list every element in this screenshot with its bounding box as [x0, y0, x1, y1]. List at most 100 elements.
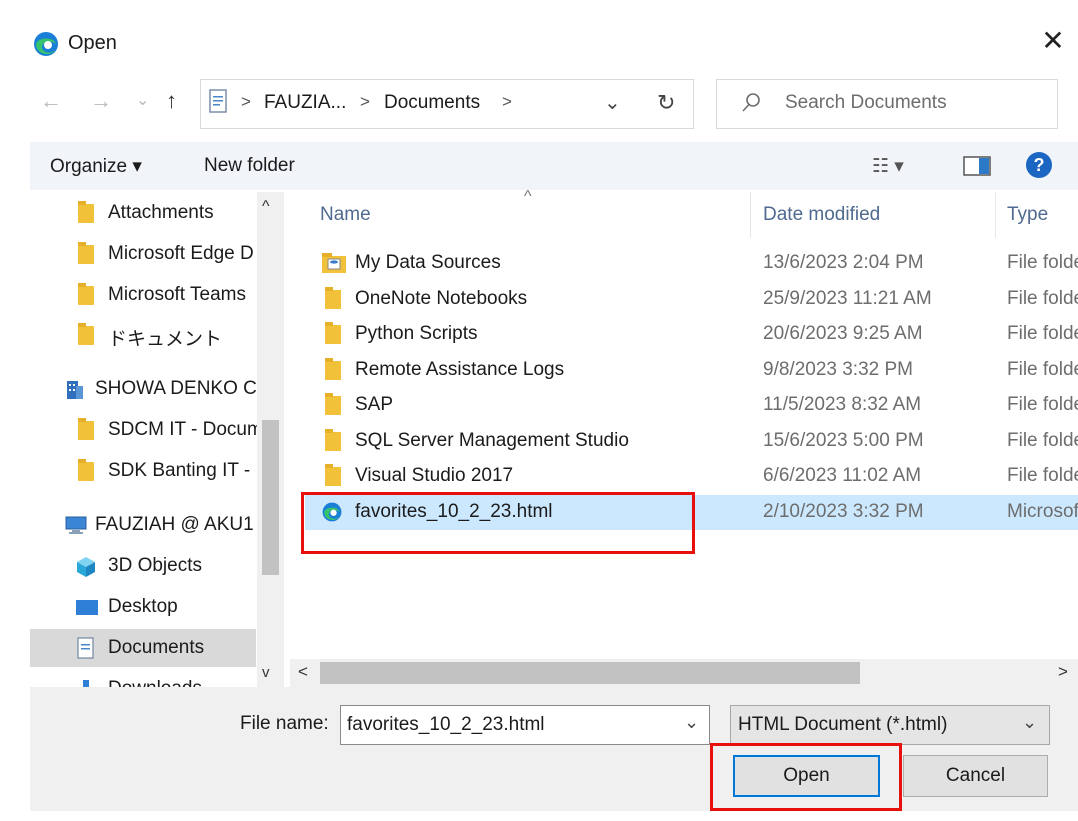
- downloads-icon: [83, 680, 89, 687]
- folder-icon: [325, 393, 341, 415]
- scroll-down-button[interactable]: v: [262, 664, 270, 681]
- folder-icon: [78, 283, 94, 305]
- file-name-value[interactable]: favorites_10_2_23.html: [347, 714, 545, 736]
- nav-item-label: SDCM IT - Docum: [108, 419, 258, 440]
- file-type: File folder: [1007, 430, 1078, 451]
- column-header-name[interactable]: Name: [320, 204, 371, 226]
- nav-item-label: Documents: [108, 637, 205, 658]
- nav-item-sdcm-it[interactable]: SDCM IT - Docum: [30, 411, 258, 449]
- scroll-up-button[interactable]: ^: [262, 198, 270, 216]
- file-type: Microsoft Edge HTML Document: [1007, 501, 1078, 522]
- file-type: File folder: [1007, 323, 1078, 344]
- computer-icon: [65, 516, 87, 534]
- recent-locations-button[interactable]: ⌄: [136, 90, 149, 110]
- file-row[interactable]: Visual Studio 2017 6/6/2023 11:02 AM Fil…: [305, 459, 1078, 494]
- file-date: 11/5/2023 8:32 AM: [763, 394, 922, 415]
- back-button[interactable]: ←: [40, 88, 62, 114]
- file-type-value[interactable]: HTML Document (*.html): [738, 714, 947, 736]
- help-button[interactable]: ?: [1026, 152, 1052, 178]
- file-type: File folder: [1007, 252, 1078, 273]
- file-type: File folder: [1007, 465, 1078, 486]
- file-name: Remote Assistance Logs: [355, 359, 565, 380]
- folder-icon: [78, 201, 94, 223]
- file-name-dropdown[interactable]: ⌄: [684, 712, 699, 733]
- highlight-box: [301, 492, 695, 554]
- nav-item-microsoft-edge[interactable]: Microsoft Edge D: [30, 235, 256, 273]
- nav-item-label: SHOWA DENKO C: [95, 378, 257, 399]
- nav-item-sdk-banting[interactable]: SDK Banting IT -: [30, 452, 256, 490]
- column-header-date-modified[interactable]: Date modified: [763, 204, 880, 226]
- column-divider[interactable]: [750, 192, 751, 238]
- breadcrumb-separator: >: [502, 92, 512, 111]
- nav-item-label: Desktop: [108, 596, 178, 617]
- nav-item-label: FAUZIAH @ AKU1: [95, 514, 254, 535]
- file-date: 9/8/2023 3:32 PM: [763, 359, 913, 380]
- dialog-title: Open: [68, 32, 117, 54]
- nav-item-attachments[interactable]: Attachments: [30, 194, 256, 232]
- file-row[interactable]: SQL Server Management Studio 15/6/2023 5…: [305, 424, 1078, 459]
- nav-item-showa-denko[interactable]: SHOWA DENKO C: [30, 370, 257, 408]
- file-date: 2/10/2023 3:32 PM: [763, 501, 924, 522]
- file-name: SQL Server Management Studio: [355, 430, 629, 451]
- file-name: My Data Sources: [355, 252, 501, 273]
- up-button[interactable]: ↑: [166, 88, 177, 114]
- organize-button[interactable]: Organize ▾: [50, 155, 142, 178]
- file-row[interactable]: OneNote Notebooks 25/9/2023 11:21 AM Fil…: [305, 282, 1078, 317]
- folder-icon: [325, 429, 341, 451]
- folder-icon: [78, 242, 94, 264]
- nav-item-label: Downloads: [108, 678, 258, 687]
- scroll-left-button[interactable]: <: [298, 662, 308, 682]
- search-input[interactable]: Search Documents: [785, 92, 947, 114]
- breadcrumb-documents[interactable]: Documents: [384, 92, 480, 114]
- forward-button[interactable]: →: [90, 88, 112, 114]
- navigation-pane: Attachments Microsoft Edge D Microsoft T…: [30, 192, 284, 687]
- nav-item-downloads[interactable]: Downloads: [30, 670, 256, 687]
- refresh-icon: ↻: [657, 90, 676, 115]
- file-row[interactable]: Python Scripts 20/6/2023 9:25 AM File fo…: [305, 317, 1078, 352]
- file-type-dropdown[interactable]: ⌄: [1022, 712, 1037, 733]
- folder-icon: [78, 323, 94, 345]
- file-date: 25/9/2023 11:21 AM: [763, 288, 932, 309]
- nav-item-3d-objects[interactable]: 3D Objects: [30, 547, 256, 585]
- file-type: File folder: [1007, 394, 1078, 415]
- close-button[interactable]: ✕: [1040, 27, 1066, 55]
- file-name: SAP: [355, 394, 394, 415]
- building-icon: [67, 381, 83, 399]
- folder-icon: [325, 358, 341, 380]
- preview-pane-icon[interactable]: [963, 155, 991, 177]
- column-divider[interactable]: [995, 192, 996, 238]
- nav-item-label: Microsoft Teams: [108, 284, 246, 305]
- nav-item-desktop[interactable]: Desktop: [30, 588, 256, 626]
- nav-item-label: Microsoft Edge D: [108, 243, 254, 264]
- file-type: File folder: [1007, 359, 1078, 380]
- datasource-folder-icon: [322, 253, 346, 273]
- nav-item-documents[interactable]: Documents: [30, 629, 256, 667]
- new-folder-button[interactable]: New folder: [204, 155, 295, 177]
- nav-item-documents-jp[interactable]: ドキュメント: [30, 316, 256, 354]
- file-name: OneNote Notebooks: [355, 288, 528, 309]
- search-icon: [742, 93, 760, 112]
- navigation-scroll-thumb[interactable]: [262, 420, 279, 575]
- address-dropdown-button[interactable]: ⌄: [604, 90, 621, 115]
- file-date: 20/6/2023 9:25 AM: [763, 323, 923, 344]
- file-row[interactable]: SAP 11/5/2023 8:32 AM File folder: [305, 388, 1078, 423]
- view-options-button[interactable]: ☷ ▾: [872, 155, 904, 178]
- breadcrumb-user[interactable]: FAUZIA...: [264, 92, 346, 114]
- file-name: Python Scripts: [355, 323, 478, 344]
- file-row[interactable]: Remote Assistance Logs 9/8/2023 3:32 PM …: [305, 353, 1078, 388]
- documents-icon: [77, 637, 94, 659]
- file-list-scroll-thumb[interactable]: [320, 662, 860, 684]
- breadcrumb-separator: >: [360, 92, 370, 111]
- file-row[interactable]: My Data Sources 13/6/2023 2:04 PM File f…: [305, 246, 1078, 281]
- refresh-button[interactable]: ↻: [637, 79, 694, 129]
- scroll-right-button[interactable]: >: [1058, 662, 1068, 682]
- folder-icon: [325, 322, 341, 344]
- nav-item-label: 3D Objects: [108, 555, 202, 576]
- nav-item-microsoft-teams[interactable]: Microsoft Teams: [30, 276, 256, 314]
- breadcrumb-separator: >: [241, 92, 251, 111]
- highlight-box: [710, 743, 902, 811]
- cancel-button[interactable]: Cancel: [903, 755, 1048, 797]
- open-dialog: Open ✕ ← → ⌄ ↑ > FAUZIA... > Documents >…: [0, 0, 1078, 821]
- nav-item-this-pc[interactable]: FAUZIAH @ AKU1: [30, 506, 256, 544]
- column-header-type[interactable]: Type: [1007, 204, 1048, 226]
